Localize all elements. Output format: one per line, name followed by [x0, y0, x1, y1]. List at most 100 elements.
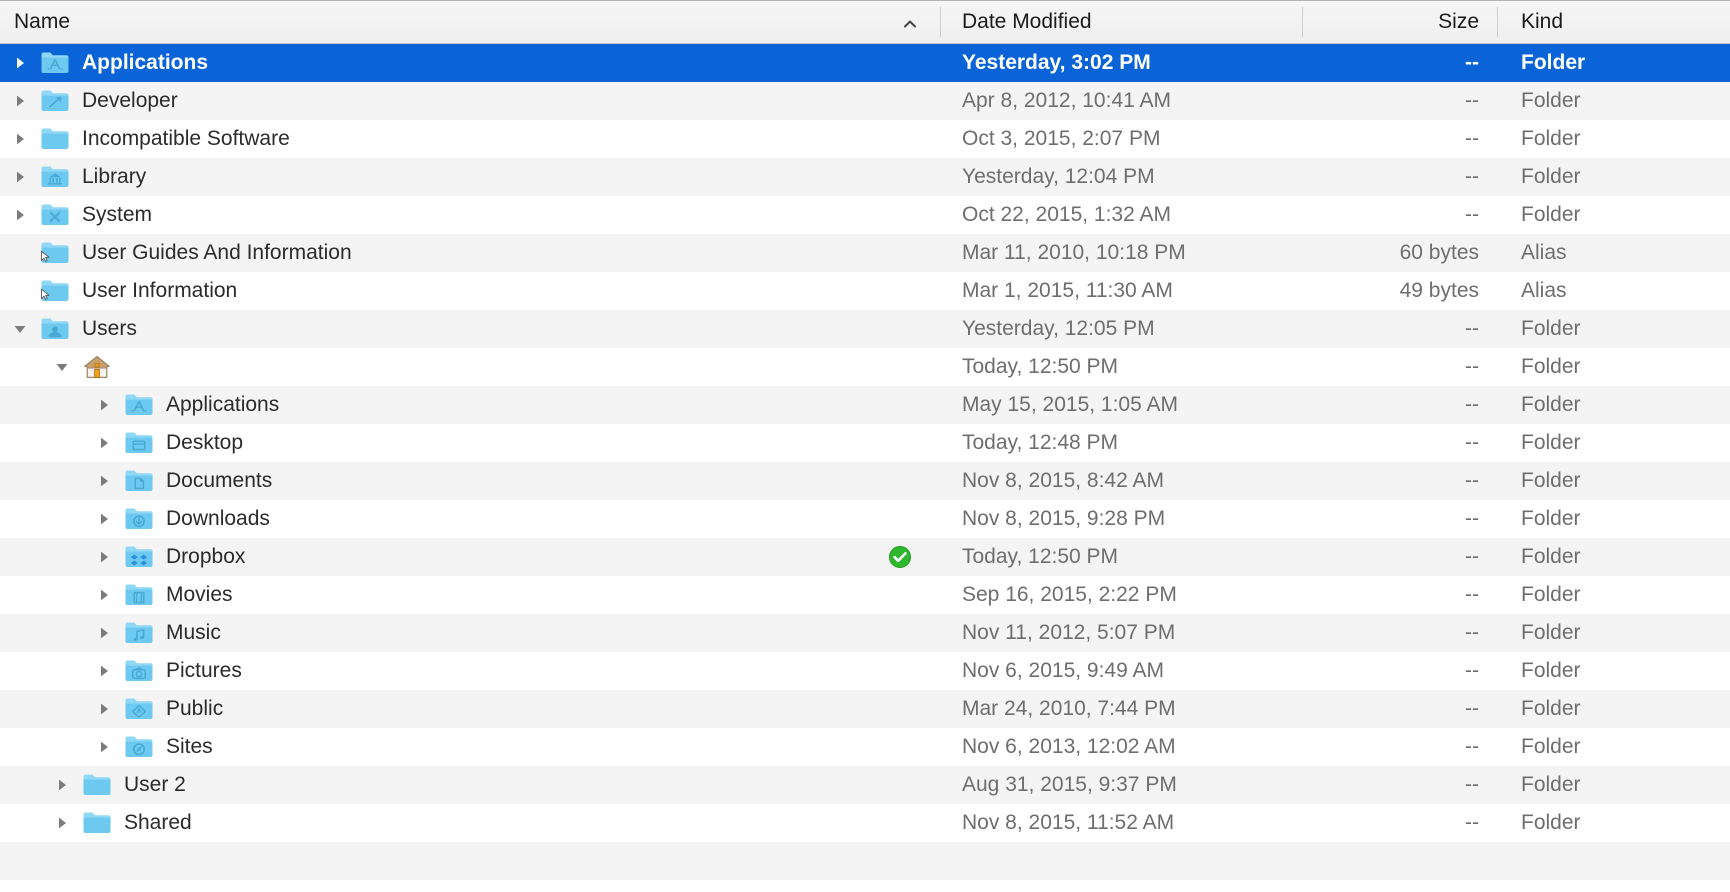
disclosure-triangle-collapsed-icon[interactable]: [94, 471, 114, 491]
cell-name[interactable]: Developer: [0, 86, 940, 116]
cell-name[interactable]: [0, 352, 940, 382]
cell-date-modified: Oct 3, 2015, 2:07 PM: [962, 127, 1161, 150]
cell-name[interactable]: Pictures: [0, 656, 940, 686]
folder-desktop-icon: [124, 428, 154, 458]
disclosure-triangle-collapsed-icon[interactable]: [94, 661, 114, 681]
cell-name[interactable]: Documents: [0, 466, 940, 496]
folder-developer-icon: [40, 86, 70, 116]
cell-name[interactable]: Movies: [0, 580, 940, 610]
table-row[interactable]: Shared Nov 8, 2015, 11:52 AM -- Folder: [0, 804, 1730, 842]
cell-kind: Folder: [1521, 469, 1581, 492]
table-row[interactable]: Developer Apr 8, 2012, 10:41 AM -- Folder: [0, 82, 1730, 120]
cell-name[interactable]: Shared: [0, 808, 940, 838]
cell-kind: Folder: [1521, 127, 1581, 150]
cell-size: --: [1465, 431, 1479, 454]
disclosure-triangle-collapsed-icon[interactable]: [10, 91, 30, 111]
cell-date-modified: Mar 1, 2015, 11:30 AM: [962, 279, 1173, 302]
cell-name[interactable]: Incompatible Software: [0, 124, 940, 154]
table-row[interactable]: System Oct 22, 2015, 1:32 AM -- Folder: [0, 196, 1730, 234]
disclosure-triangle-collapsed-icon[interactable]: [94, 433, 114, 453]
cell-name[interactable]: Applications: [0, 390, 940, 420]
table-row[interactable]: Today, 12:50 PM -- Folder: [0, 348, 1730, 386]
cell-name[interactable]: User Guides And Information: [0, 238, 940, 268]
table-row[interactable]: Incompatible Software Oct 3, 2015, 2:07 P…: [0, 120, 1730, 158]
disclosure-triangle-collapsed-icon[interactable]: [52, 813, 72, 833]
cell-name[interactable]: User 2: [0, 770, 940, 800]
cell-name[interactable]: Applications: [0, 48, 940, 78]
folder-dropbox-icon: [124, 542, 154, 572]
cell-kind: Folder: [1521, 811, 1581, 834]
cell-name[interactable]: System: [0, 200, 940, 230]
cell-name[interactable]: Downloads: [0, 504, 940, 534]
cell-date-modified: Mar 11, 2010, 10:18 PM: [962, 241, 1186, 264]
disclosure-triangle-collapsed-icon[interactable]: [10, 53, 30, 73]
cell-size: --: [1465, 811, 1479, 834]
disclosure-triangle-expanded-icon[interactable]: [52, 357, 72, 377]
cell-date-modified: Mar 24, 2010, 7:44 PM: [962, 697, 1176, 720]
item-name-label: Public: [166, 697, 224, 720]
disclosure-triangle-expanded-icon[interactable]: [10, 319, 30, 339]
table-row[interactable]: Downloads Nov 8, 2015, 9:28 PM -- Folder: [0, 500, 1730, 538]
folder-sites-icon: [124, 732, 154, 762]
table-row[interactable]: User 2 Aug 31, 2015, 9:37 PM -- Folder: [0, 766, 1730, 804]
cell-kind: Alias: [1521, 279, 1567, 302]
empty-list-area[interactable]: [0, 842, 1730, 892]
table-row[interactable]: Dropbox Today, 12:50 PM -- Folder: [0, 538, 1730, 576]
table-row[interactable]: Public Mar 24, 2010, 7:44 PM -- Folder: [0, 690, 1730, 728]
disclosure-triangle-collapsed-icon[interactable]: [94, 585, 114, 605]
column-header-kind[interactable]: Kind: [1497, 0, 1730, 44]
table-row[interactable]: Desktop Today, 12:48 PM -- Folder: [0, 424, 1730, 462]
item-name-label: Sites: [166, 735, 213, 758]
disclosure-triangle-collapsed-icon[interactable]: [10, 205, 30, 225]
table-row[interactable]: Documents Nov 8, 2015, 8:42 AM -- Folder: [0, 462, 1730, 500]
table-row[interactable]: Pictures Nov 6, 2015, 9:49 AM -- Folder: [0, 652, 1730, 690]
cell-size: --: [1465, 127, 1479, 150]
cell-date-modified: Today, 12:50 PM: [962, 545, 1119, 568]
disclosure-triangle-collapsed-icon[interactable]: [94, 509, 114, 529]
table-row[interactable]: Movies Sep 16, 2015, 2:22 PM -- Folder: [0, 576, 1730, 614]
finder-list-view: Name Date Modified Size Kind Application…: [0, 0, 1730, 892]
cell-size: --: [1465, 355, 1479, 378]
cell-name[interactable]: Desktop: [0, 428, 940, 458]
disclosure-triangle-collapsed-icon[interactable]: [10, 167, 30, 187]
cell-date-modified: Apr 8, 2012, 10:41 AM: [962, 89, 1171, 112]
cell-name[interactable]: Public: [0, 694, 940, 724]
cell-kind: Folder: [1521, 659, 1581, 682]
cell-name[interactable]: Sites: [0, 732, 940, 762]
disclosure-triangle-collapsed-icon[interactable]: [94, 395, 114, 415]
folder-plain-icon: [40, 124, 70, 154]
table-row[interactable]: Users Yesterday, 12:05 PM -- Folder: [0, 310, 1730, 348]
cell-name[interactable]: Users: [0, 314, 940, 344]
table-row[interactable]: User Guides And Information Mar 11, 2010,…: [0, 234, 1730, 272]
disclosure-triangle-collapsed-icon[interactable]: [94, 547, 114, 567]
item-name-label: Downloads: [166, 507, 270, 530]
cell-name[interactable]: User Information: [0, 276, 940, 306]
table-row[interactable]: Music Nov 11, 2012, 5:07 PM -- Folder: [0, 614, 1730, 652]
folder-users-icon: [40, 314, 70, 344]
folder-public-icon: [124, 694, 154, 724]
disclosure-triangle-collapsed-icon[interactable]: [10, 129, 30, 149]
table-row[interactable]: Sites Nov 6, 2013, 12:02 AM -- Folder: [0, 728, 1730, 766]
column-header-date-modified[interactable]: Date Modified: [940, 0, 1302, 44]
disclosure-triangle-collapsed-icon[interactable]: [52, 775, 72, 795]
cell-kind: Folder: [1521, 393, 1581, 416]
column-header-size[interactable]: Size: [1302, 0, 1497, 44]
column-header-date-modified-label: Date Modified: [962, 10, 1092, 33]
cell-date-modified: Yesterday, 12:05 PM: [962, 317, 1155, 340]
disclosure-triangle-collapsed-icon[interactable]: [94, 699, 114, 719]
cell-name[interactable]: Dropbox: [0, 542, 940, 572]
cell-date-modified: Aug 31, 2015, 9:37 PM: [962, 773, 1177, 796]
table-row[interactable]: Applications May 15, 2015, 1:05 AM -- Folde…: [0, 386, 1730, 424]
disclosure-triangle-collapsed-icon[interactable]: [94, 737, 114, 757]
table-row[interactable]: Library Yesterday, 12:04 PM -- Folder: [0, 158, 1730, 196]
cell-size: --: [1465, 735, 1479, 758]
table-row[interactable]: Applications Yesterday, 3:02 PM -- Folder: [0, 44, 1730, 82]
column-header-name[interactable]: Name: [0, 0, 940, 44]
table-row[interactable]: User Information Mar 1, 2015, 11:30 AM 49 …: [0, 272, 1730, 310]
cell-date-modified: Yesterday, 3:02 PM: [962, 51, 1151, 74]
disclosure-triangle-collapsed-icon[interactable]: [94, 623, 114, 643]
cell-name[interactable]: Library: [0, 162, 940, 192]
cell-date-modified: May 15, 2015, 1:05 AM: [962, 393, 1178, 416]
cell-name[interactable]: Music: [0, 618, 940, 648]
